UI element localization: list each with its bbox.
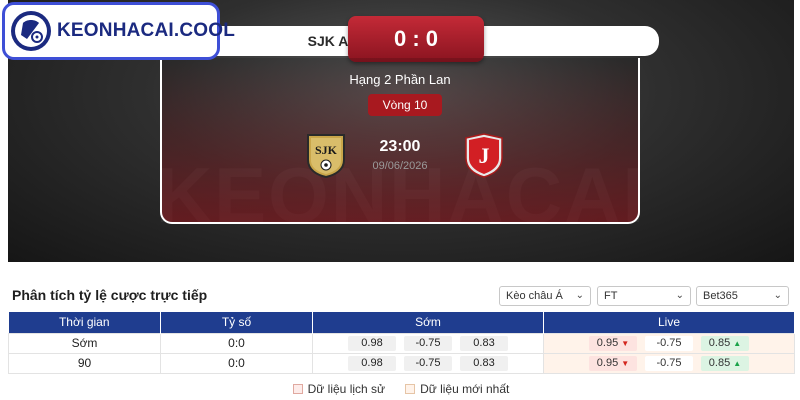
live-handicap: -0.75 (645, 356, 693, 371)
kickoff-date: 09/06/2026 (372, 160, 428, 172)
row-live-odds: 0.95 ▼ -0.75 0.85 ▲ (543, 352, 795, 374)
legend-latest: Dữ liệu mới nhất (405, 382, 509, 396)
col-live: Live (543, 312, 795, 333)
chevron-down-icon: ⌄ (575, 290, 584, 301)
bookmaker-value: Bet365 (703, 290, 738, 302)
early-home-odds: 0.98 (348, 356, 396, 371)
live-away-odds-cell: 0.85 ▲ (701, 356, 749, 371)
row-time: Sớm (8, 332, 161, 354)
row-early-odds: 0.98 -0.75 0.83 (312, 352, 544, 374)
live-away-odds-cell: 0.85 ▲ (701, 336, 749, 351)
col-time: Thời gian (8, 312, 161, 333)
soccer-player-logo-icon (11, 11, 51, 51)
odds-title: Phân tích tỷ lệ cược trực tiếp (12, 287, 208, 303)
site-logo[interactable]: KEONHACAI.COOL (2, 2, 235, 60)
row-score: 0:0 (160, 352, 313, 374)
arrow-down-icon: ▼ (621, 339, 630, 348)
arrow-up-icon: ▲ (733, 339, 742, 348)
odds-table-header: Thời gian Tỷ số Sớm Live (8, 312, 795, 333)
match-score: 0 : 0 (348, 16, 484, 62)
bet-type-select[interactable]: Kèo châu Á ⌄ (499, 286, 591, 306)
away-team-badge-icon[interactable]: J (462, 132, 506, 178)
score-bar: SJK Akatemia JIPPO 0 : 0 (168, 16, 659, 62)
round-badge: Vòng 10 (368, 94, 442, 116)
row-score: 0:0 (160, 332, 313, 354)
odds-table: Thời gian Tỷ số Sớm Live Sớm 0:0 0.98 -0.… (8, 312, 795, 374)
legend-history-label: Dữ liệu lịch sử (307, 382, 386, 396)
odds-legend: Dữ liệu lịch sử Dữ liệu mới nhất (8, 382, 794, 396)
live-home-odds-cell: 0.95 ▼ (589, 336, 637, 351)
chevron-down-icon: ⌄ (773, 290, 782, 301)
legend-latest-label: Dữ liệu mới nhất (420, 382, 510, 396)
page-root: KEONHACAI SJK Akatemia JIPPO 0 : 0 Hạng … (0, 0, 800, 400)
early-away-odds: 0.83 (460, 356, 508, 371)
early-away-odds: 0.83 (460, 336, 508, 351)
col-early: Sớm (312, 312, 544, 333)
arrow-up-icon: ▲ (733, 359, 742, 368)
period-value: FT (604, 290, 618, 302)
live-home-odds-cell: 0.95 ▼ (589, 356, 637, 371)
live-away-odds: 0.85 (708, 337, 731, 349)
legend-history-swatch (292, 384, 303, 394)
live-home-odds: 0.95 (596, 337, 619, 349)
early-home-odds: 0.98 (348, 336, 396, 351)
table-row: 90 0:0 0.98 -0.75 0.83 0.95 ▼ -0.75 0.85 ▲ (8, 352, 795, 374)
live-away-odds: 0.85 (708, 357, 731, 369)
row-time: 90 (8, 352, 161, 374)
arrow-down-icon: ▼ (621, 359, 630, 368)
row-live-odds: 0.95 ▼ -0.75 0.85 ▲ (543, 332, 795, 354)
live-handicap: -0.75 (645, 336, 693, 351)
live-home-odds: 0.95 (596, 357, 619, 369)
legend-latest-swatch (405, 384, 416, 394)
period-select[interactable]: FT ⌄ (597, 286, 691, 306)
chevron-down-icon: ⌄ (675, 290, 684, 301)
early-handicap: -0.75 (404, 356, 452, 371)
col-score: Tỷ số (160, 312, 313, 333)
table-row: Sớm 0:0 0.98 -0.75 0.83 0.95 ▼ -0.75 0.85 ▲ (8, 332, 795, 354)
odds-header: Phân tích tỷ lệ cược trực tiếp Kèo châu … (8, 278, 794, 312)
kickoff-time: 23:00 (379, 138, 421, 155)
odds-section: Phân tích tỷ lệ cược trực tiếp Kèo châu … (8, 278, 795, 400)
bookmaker-select[interactable]: Bet365 ⌄ (696, 286, 789, 306)
match-card: Hạng 2 Phần Lan Vòng 10 SJK 23:00 09/06/… (160, 58, 640, 224)
brand-name: KEONHACAI.COOL (57, 20, 236, 41)
bet-type-value: Kèo châu Á (506, 290, 563, 302)
early-handicap: -0.75 (404, 336, 452, 351)
away-badge-text: J (479, 143, 490, 168)
row-early-odds: 0.98 -0.75 0.83 (312, 332, 544, 354)
league-name[interactable]: Hạng 2 Phần Lan (162, 72, 638, 87)
legend-history: Dữ liệu lịch sử (292, 382, 386, 396)
